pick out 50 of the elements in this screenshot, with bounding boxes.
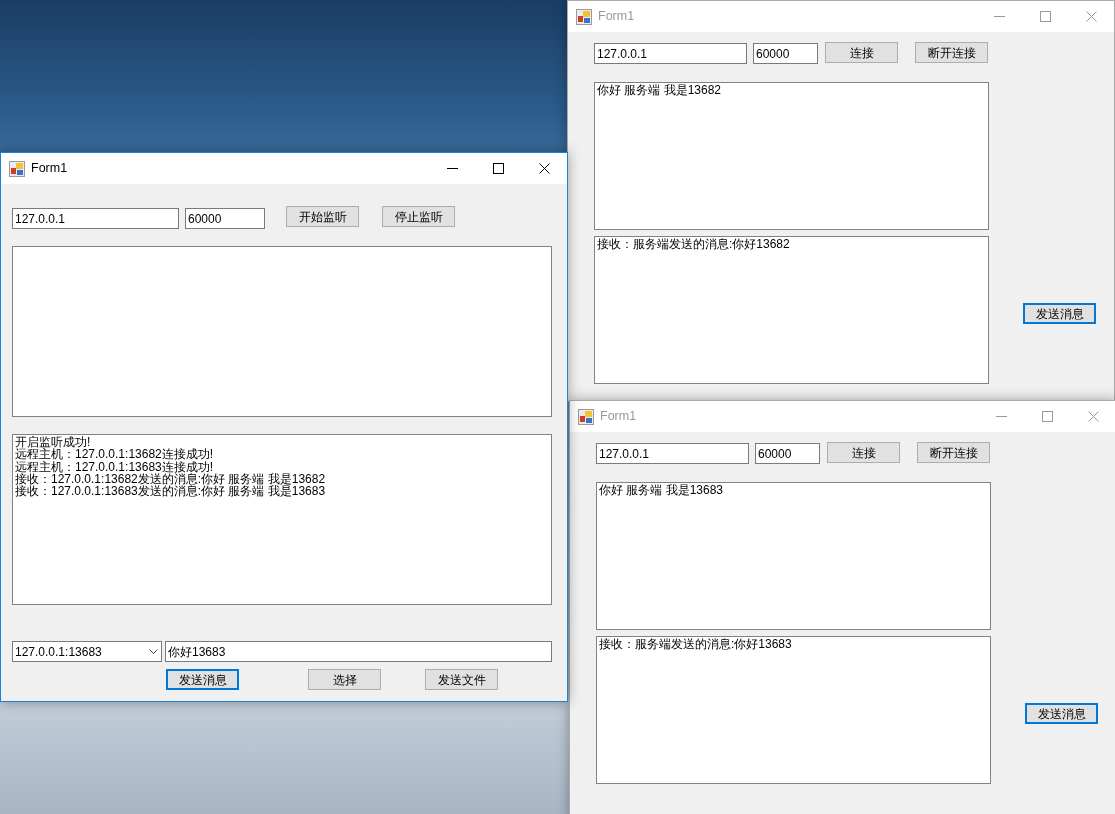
port-field[interactable]: 60000 <box>753 43 818 64</box>
disconnect-button[interactable]: 断开连接 <box>915 42 988 63</box>
close-icon <box>1087 411 1099 422</box>
log-line: 开启监听成功! <box>15 436 91 449</box>
chevron-down-icon <box>149 649 158 654</box>
send-message-button[interactable]: 发送消息 <box>1025 703 1098 724</box>
sent-textbox[interactable]: 你好 服务端 我是13682 <box>594 82 989 230</box>
ip-field[interactable]: 127.0.0.1 <box>594 43 747 64</box>
send-message-button[interactable]: 发送消息 <box>166 669 239 690</box>
connect-button[interactable]: 连接 <box>825 42 898 63</box>
log-textbox[interactable]: 开启监听成功! 远程主机：127.0.0.1:13682连接成功! 远程主机：127.0.0.1:13683连接成功! 接收：127.0.0.1:13682发送的消息:你好 服务端 我是13682 接收：127.0.0.1:13683发送的消息:你好 服务端 我是13683 <box>12 434 552 605</box>
minimize-icon <box>993 16 1005 17</box>
message-textbox[interactable] <box>12 246 552 417</box>
received-textbox[interactable]: 接收：服务端发送的消息:你好13682 <box>594 236 989 384</box>
window-title: Form1 <box>600 408 637 426</box>
window-title: Form1 <box>31 160 68 178</box>
maximize-icon <box>492 163 504 174</box>
ip-field[interactable]: 127.0.0.1 <box>12 208 179 229</box>
window-title: Form1 <box>598 8 635 26</box>
log-line: 远程主机：127.0.0.1:13683连接成功! <box>15 460 214 473</box>
received-message-text: 接收：服务端发送的消息:你好13683 <box>599 638 792 651</box>
received-message-text: 接收：服务端发送的消息:你好13682 <box>597 238 790 251</box>
send-message-button[interactable]: 发送消息 <box>1023 303 1096 324</box>
close-icon <box>1085 11 1097 22</box>
maximize-icon <box>1039 11 1051 22</box>
log-line: 接收：127.0.0.1:13682发送的消息:你好 服务端 我是13682 <box>15 472 326 485</box>
send-file-button[interactable]: 发送文件 <box>425 669 498 690</box>
ip-field[interactable]: 127.0.0.1 <box>596 443 749 464</box>
app-icon <box>9 160 25 177</box>
app-icon <box>578 408 594 425</box>
sent-textbox[interactable]: 你好 服务端 我是13683 <box>596 482 991 630</box>
log-line: 远程主机：127.0.0.1:13682连接成功! <box>15 448 214 461</box>
sent-message-text: 你好 服务端 我是13682 <box>597 84 722 97</box>
maximize-icon <box>1041 411 1053 422</box>
client-dropdown[interactable]: 127.0.0.1:13683 <box>12 641 162 662</box>
message-field[interactable]: 你好13683 <box>165 641 552 662</box>
minimize-icon <box>446 168 458 169</box>
log-line: 接收：127.0.0.1:13683发送的消息:你好 服务端 我是13683 <box>15 485 326 498</box>
port-field[interactable]: 60000 <box>185 208 265 229</box>
select-button[interactable]: 选择 <box>308 669 381 690</box>
stop-listening-button[interactable]: 停止监听 <box>382 206 455 227</box>
close-icon <box>538 163 550 174</box>
port-field[interactable]: 60000 <box>755 443 820 464</box>
connect-button[interactable]: 连接 <box>827 442 900 463</box>
app-icon <box>576 8 592 25</box>
start-listening-button[interactable]: 开始监听 <box>286 206 359 227</box>
minimize-icon <box>995 416 1007 417</box>
sent-message-text: 你好 服务端 我是13683 <box>599 484 724 497</box>
disconnect-button[interactable]: 断开连接 <box>917 442 990 463</box>
received-textbox[interactable]: 接收：服务端发送的消息:你好13683 <box>596 636 991 784</box>
